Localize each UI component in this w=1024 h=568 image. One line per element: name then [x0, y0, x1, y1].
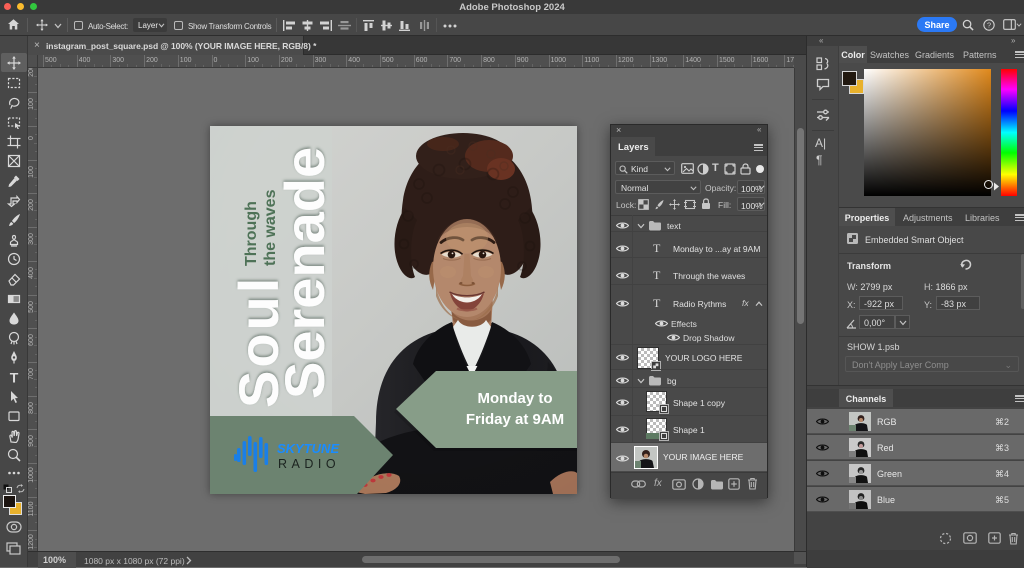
svg-text:Serenade: Serenade [273, 147, 336, 399]
svg-text:Monday to: Monday to [478, 390, 553, 407]
svg-text:Through: Through [243, 201, 260, 266]
svg-text:T: T [10, 370, 19, 384]
svg-text:RADIO: RADIO [278, 457, 340, 471]
svg-text:Friday at 9AM: Friday at 9AM [466, 411, 564, 428]
svg-text:SKYTUNE: SKYTUNE [277, 441, 339, 456]
svg-text:?: ? [987, 21, 991, 30]
